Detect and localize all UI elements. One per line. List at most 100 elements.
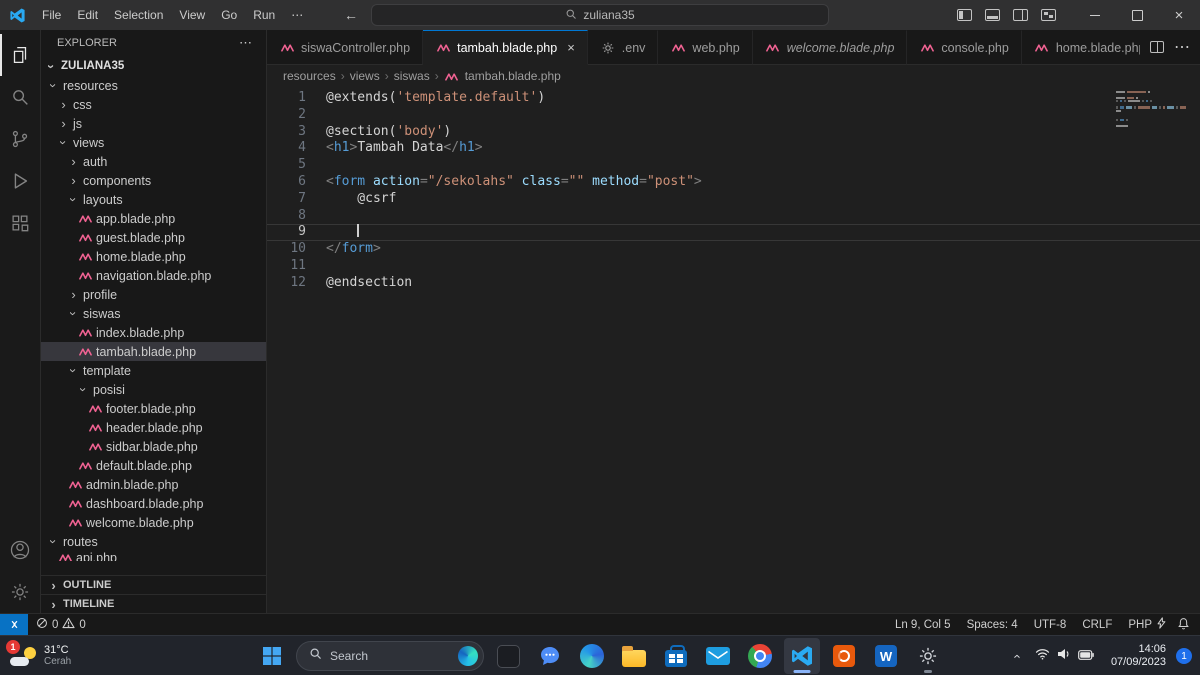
- outline-section[interactable]: › OUTLINE: [41, 575, 266, 594]
- breadcrumb-item[interactable]: tambah.blade.php: [465, 69, 561, 83]
- menu-more[interactable]: ⋯: [283, 5, 311, 25]
- search-sidebar-icon[interactable]: [0, 76, 40, 118]
- account-icon[interactable]: [0, 529, 40, 571]
- back-button[interactable]: ←: [344, 7, 358, 23]
- file-admin.blade.php[interactable]: admin.blade.php: [41, 475, 266, 494]
- command-center-search[interactable]: zuliana35: [371, 4, 829, 26]
- file-api.php[interactable]: api.php: [41, 551, 266, 561]
- code-line-12[interactable]: 12 @endsection: [267, 275, 1200, 292]
- menu-file[interactable]: File: [34, 5, 69, 25]
- orange-app-button[interactable]: [826, 638, 862, 674]
- encoding[interactable]: UTF-8: [1034, 619, 1067, 631]
- code-line-8[interactable]: 8: [267, 208, 1200, 225]
- toggle-secondary-sidebar-icon[interactable]: [1013, 9, 1028, 21]
- breadcrumb-item[interactable]: siswas: [394, 69, 430, 83]
- folder-components[interactable]: › components: [41, 171, 266, 190]
- code-editor[interactable]: 1 @extends('template.default') 2 3 @section(…: [267, 87, 1200, 613]
- chrome-button[interactable]: [742, 638, 778, 674]
- file-index.blade.php[interactable]: index.blade.php: [41, 323, 266, 342]
- folder-template[interactable]: › template: [41, 361, 266, 380]
- code-line-3[interactable]: 3 @section('body'): [267, 124, 1200, 141]
- menu-go[interactable]: Go: [213, 5, 245, 25]
- taskbar-search[interactable]: Search: [296, 641, 484, 671]
- start-button[interactable]: [254, 638, 290, 674]
- customize-layout-icon[interactable]: [1041, 9, 1056, 21]
- clock[interactable]: 14:06 07/09/2023: [1111, 643, 1166, 669]
- folder-auth[interactable]: › auth: [41, 152, 266, 171]
- folder-routes[interactable]: › routes: [41, 532, 266, 551]
- word-button[interactable]: W: [868, 638, 904, 674]
- code-line-9[interactable]: 9: [267, 224, 1200, 241]
- tab-siswaController.php[interactable]: siswaController.php: [267, 30, 424, 65]
- code-line-1[interactable]: 1 @extends('template.default'): [267, 90, 1200, 107]
- hidden-icons-chevron[interactable]: ›: [1008, 654, 1023, 658]
- status-misc-icon[interactable]: [1156, 617, 1167, 632]
- folder-js[interactable]: › js: [41, 114, 266, 133]
- toggle-panel-icon[interactable]: [985, 9, 1000, 21]
- tab-home.blade.php[interactable]: home.blade.php: [1021, 30, 1140, 65]
- system-tray[interactable]: [1028, 642, 1101, 670]
- weather-widget[interactable]: 1 31°C Cerah: [6, 636, 71, 675]
- code-line-11[interactable]: 11: [267, 258, 1200, 275]
- remote-indicator[interactable]: [0, 614, 28, 635]
- file-welcome.blade.php[interactable]: welcome.blade.php: [41, 513, 266, 532]
- minimize-button[interactable]: [1074, 0, 1116, 30]
- more-actions-icon[interactable]: ⋯: [1174, 37, 1190, 57]
- mail-button[interactable]: [700, 638, 736, 674]
- folder-profile[interactable]: › profile: [41, 285, 266, 304]
- code-line-4[interactable]: 4 <h1>Tambah Data</h1>: [267, 140, 1200, 157]
- file-dashboard.blade.php[interactable]: dashboard.blade.php: [41, 494, 266, 513]
- toggle-sidebar-icon[interactable]: [957, 9, 972, 21]
- folder-views[interactable]: › views: [41, 133, 266, 152]
- cursor-position[interactable]: Ln 9, Col 5: [895, 619, 951, 631]
- vscode-taskbar-button[interactable]: [784, 638, 820, 674]
- menu-run[interactable]: Run: [245, 5, 283, 25]
- split-editor-icon[interactable]: [1150, 41, 1164, 53]
- code-line-10[interactable]: 10 </form>: [267, 241, 1200, 258]
- tab-console.php[interactable]: console.php: [907, 30, 1022, 65]
- file-app.blade.php[interactable]: app.blade.php: [41, 209, 266, 228]
- tab-welcome.blade.php[interactable]: welcome.blade.php: [752, 30, 908, 65]
- run-debug-icon[interactable]: [0, 160, 40, 202]
- tab-.env[interactable]: .env: [587, 30, 659, 65]
- code-line-5[interactable]: 5: [267, 157, 1200, 174]
- project-root[interactable]: › ZULIANA35: [41, 56, 266, 76]
- file-home.blade.php[interactable]: home.blade.php: [41, 247, 266, 266]
- code-line-2[interactable]: 2: [267, 107, 1200, 124]
- indentation[interactable]: Spaces: 4: [967, 619, 1018, 631]
- minimap[interactable]: [1116, 91, 1186, 128]
- menu-selection[interactable]: Selection: [106, 5, 171, 25]
- store-button[interactable]: [658, 638, 694, 674]
- explorer-icon[interactable]: [0, 34, 40, 76]
- folder-resources[interactable]: › resources: [41, 76, 266, 95]
- language-mode[interactable]: PHP: [1128, 619, 1152, 631]
- settings-gear-icon[interactable]: [0, 571, 40, 613]
- code-line-7[interactable]: 7 @csrf: [267, 191, 1200, 208]
- file-tambah.blade.php[interactable]: tambah.blade.php: [41, 342, 266, 361]
- breadcrumb-item[interactable]: resources: [283, 69, 336, 83]
- file-sidbar.blade.php[interactable]: sidbar.blade.php: [41, 437, 266, 456]
- close-window-button[interactable]: ×: [1158, 0, 1200, 30]
- bell-icon[interactable]: [1177, 617, 1190, 633]
- folder-css[interactable]: › css: [41, 95, 266, 114]
- edge-button[interactable]: [574, 638, 610, 674]
- notification-badge[interactable]: 1: [1176, 648, 1192, 664]
- file-default.blade.php[interactable]: default.blade.php: [41, 456, 266, 475]
- file-footer.blade.php[interactable]: footer.blade.php: [41, 399, 266, 418]
- folder-siswas[interactable]: › siswas: [41, 304, 266, 323]
- folder-posisi[interactable]: › posisi: [41, 380, 266, 399]
- source-control-icon[interactable]: [0, 118, 40, 160]
- chat-button[interactable]: [532, 638, 568, 674]
- menu-edit[interactable]: Edit: [69, 5, 106, 25]
- eol-sequence[interactable]: CRLF: [1082, 619, 1112, 631]
- folder-layouts[interactable]: › layouts: [41, 190, 266, 209]
- settings-button[interactable]: [910, 638, 946, 674]
- views-actions-icon[interactable]: ⋯: [239, 35, 252, 51]
- breadcrumb-item[interactable]: views: [350, 69, 380, 83]
- file-header.blade.php[interactable]: header.blade.php: [41, 418, 266, 437]
- maximize-button[interactable]: [1116, 0, 1158, 30]
- tab-web.php[interactable]: web.php: [658, 30, 753, 65]
- menu-view[interactable]: View: [171, 5, 213, 25]
- problems-status[interactable]: 0 0: [28, 617, 94, 632]
- file-explorer-button[interactable]: [616, 638, 652, 674]
